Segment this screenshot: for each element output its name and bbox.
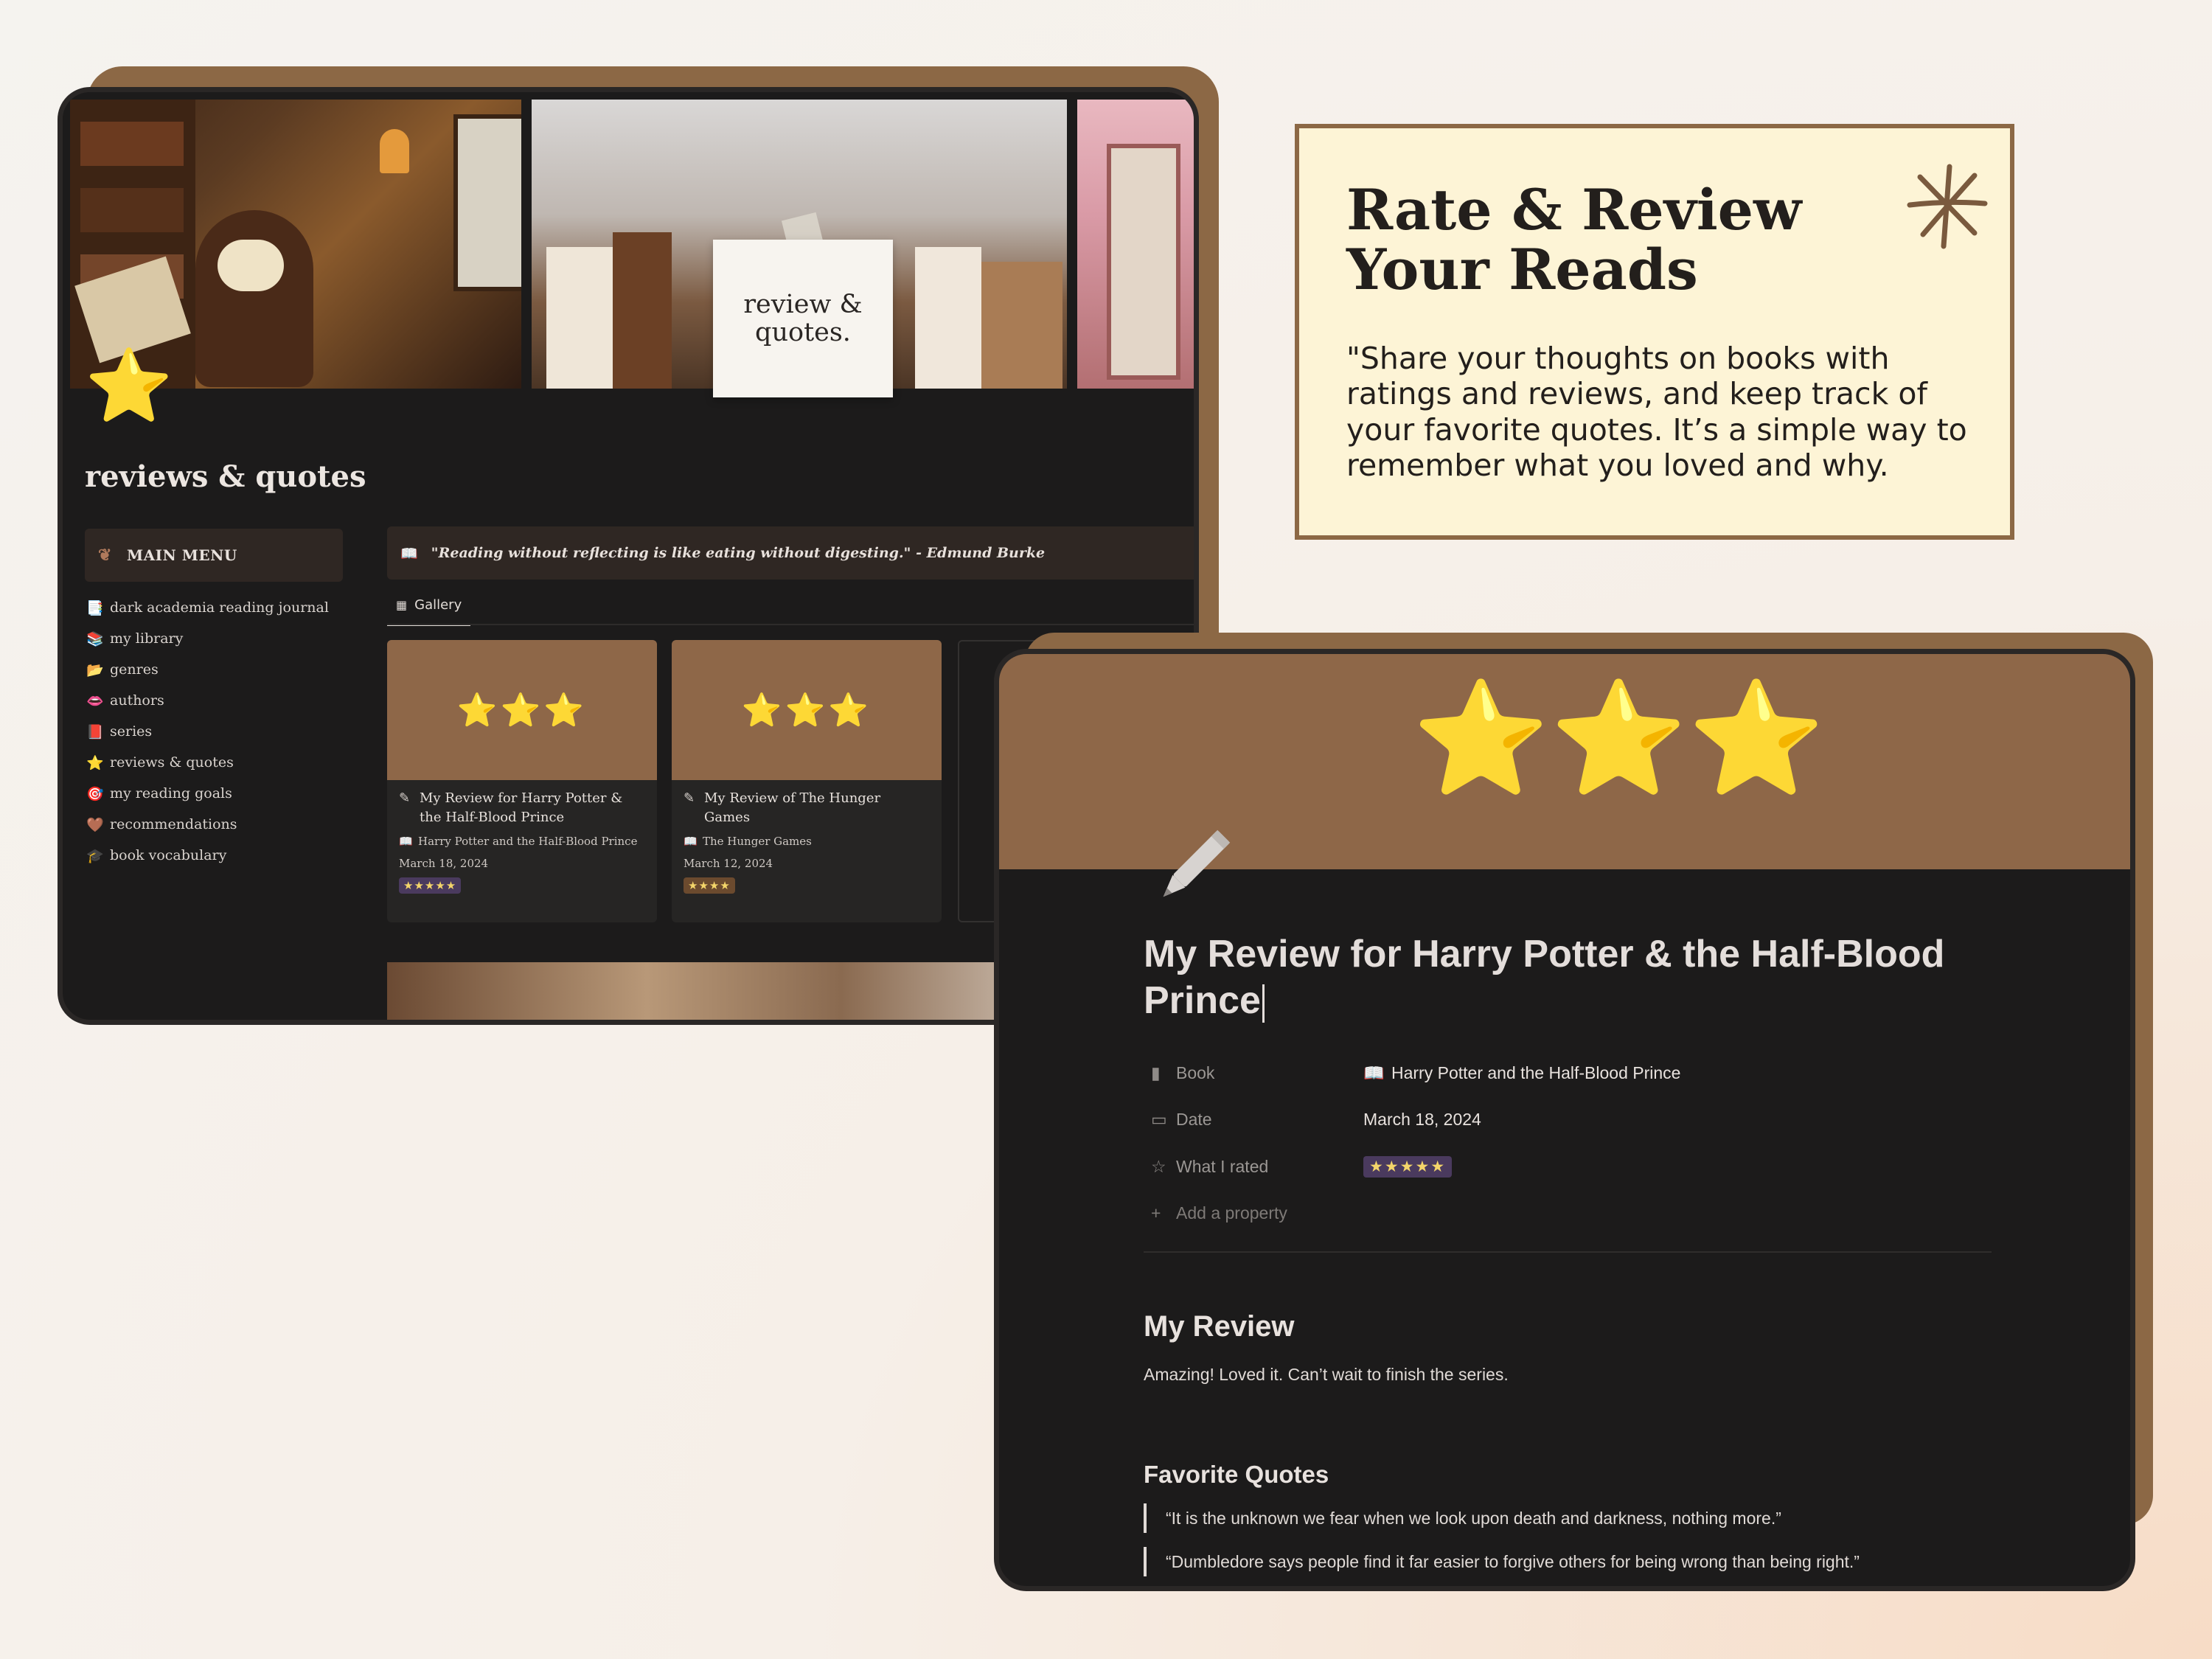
rating-badge: ★★★★★: [399, 877, 462, 894]
main-menu-list: 📑 dark academia reading journal 📚 my libra…: [85, 592, 350, 871]
property-date[interactable]: ▭ Date March 18, 2024: [1151, 1101, 1962, 1138]
card-date: March 18, 2024: [399, 857, 489, 871]
bookmark-tabs-icon: 📑: [86, 599, 104, 616]
text-cursor: [1262, 984, 1265, 1023]
menu-item-my-library[interactable]: 📚 my library: [85, 623, 350, 654]
gallery-card[interactable]: ⭐⭐⭐ ✎ My Review of The Hunger Games 📖 The …: [672, 640, 942, 922]
menu-item-series[interactable]: 📕 series: [85, 716, 350, 747]
tab-gallery[interactable]: ▦ Gallery: [387, 586, 471, 626]
target-icon: 🎯: [86, 785, 104, 802]
property-rating[interactable]: ☆ What I rated ★★★★★: [1151, 1148, 1962, 1185]
review-page-window: ⭐⭐⭐ My Review for Harry Potter & the Hal…: [994, 649, 2135, 1591]
open-book-icon: 📖: [1363, 1062, 1385, 1082]
menu-item-reading-journal[interactable]: 📑 dark academia reading journal: [85, 592, 350, 623]
gallery-image-block: [387, 962, 1036, 1020]
menu-item-reviews-quotes[interactable]: ⭐ reviews & quotes: [85, 747, 350, 778]
property-book[interactable]: ▮ Book 📖 Harry Potter and the Half-Blood P…: [1151, 1054, 1962, 1091]
rating-badge: ★★★★: [684, 877, 735, 894]
quote-block[interactable]: “Dumbledore says people find it far easi…: [1144, 1547, 1860, 1576]
quotes-heading: Favorite Quotes: [1144, 1461, 1329, 1488]
star-outline-icon: ☆: [1151, 1156, 1166, 1176]
add-property-button[interactable]: + Add a property: [1151, 1194, 1962, 1231]
pencil-icon: ✎: [399, 790, 411, 806]
menu-item-book-vocabulary[interactable]: 🎓 book vocabulary: [85, 840, 350, 871]
date-value[interactable]: March 18, 2024: [1363, 1110, 1481, 1130]
banner-photo-shop: [1077, 100, 1194, 389]
card-title: My Review of The Hunger Games: [704, 790, 881, 826]
banner-note: review & quotes.: [713, 240, 893, 397]
gallery-card[interactable]: ⭐⭐⭐ ✎ My Review for Harry Potter & the Ha…: [387, 640, 657, 922]
menu-icon: ❦: [98, 546, 112, 565]
page-star-icon[interactable]: ⭐: [85, 350, 173, 421]
lips-icon: 👄: [86, 692, 104, 709]
plus-icon: +: [1151, 1203, 1161, 1222]
open-book-icon: 📖: [400, 545, 418, 562]
open-book-icon: 📖: [684, 835, 698, 849]
open-book-icon: 📖: [399, 835, 413, 849]
graduation-cap-icon: 🎓: [86, 847, 104, 864]
card-book: Harry Potter and the Half-Blood Prince: [418, 835, 638, 849]
main-menu-callout: ❦ MAIN MENU: [85, 529, 343, 582]
quote-text: "Reading without reflecting is like eati…: [431, 545, 1046, 561]
pencil-icon[interactable]: [1152, 827, 1234, 908]
main-menu-label: MAIN MENU: [126, 546, 237, 564]
menu-item-reading-goals[interactable]: 🎯 my reading goals: [85, 778, 350, 809]
book-value[interactable]: Harry Potter and the Half-Blood Prince: [1391, 1063, 1680, 1083]
quote-callout: 📖 "Reading without reflecting is like ea…: [387, 526, 1194, 580]
page-title: reviews & quotes: [85, 459, 366, 494]
star-icon: ⭐: [86, 754, 104, 771]
page-banner: review & quotes.: [63, 92, 1194, 397]
red-book-icon: 📕: [86, 723, 104, 740]
folder-icon: 📂: [86, 661, 104, 678]
cover-stars: ⭐⭐⭐: [1412, 675, 1826, 803]
review-heading: My Review: [1144, 1310, 1295, 1343]
properties-divider: [1144, 1251, 1992, 1253]
quote-block[interactable]: “It is the unknown we fear when we look …: [1144, 1503, 1781, 1533]
menu-item-genres[interactable]: 📂 genres: [85, 654, 350, 685]
gallery-grid-icon: ▦: [396, 598, 408, 612]
tab-divider: [387, 624, 1194, 625]
card-title: My Review for Harry Potter & the Half-Bl…: [420, 790, 623, 826]
brown-heart-icon: 🤎: [86, 816, 104, 833]
review-body[interactable]: Amazing! Loved it. Can’t wait to finish …: [1144, 1365, 1509, 1385]
card-book: The Hunger Games: [703, 835, 812, 849]
review-title[interactable]: My Review for Harry Potter & the Half-Bl…: [1144, 931, 2028, 1025]
books-icon: 📚: [86, 630, 104, 647]
card-cover-stars: ⭐⭐⭐: [387, 640, 657, 780]
menu-item-recommendations[interactable]: 🤎 recommendations: [85, 809, 350, 840]
rating-badge[interactable]: ★★★★★: [1363, 1155, 1453, 1178]
feature-title: Rate & Review Your Reads: [1346, 177, 1802, 303]
menu-item-authors[interactable]: 👄 authors: [85, 685, 350, 716]
feature-description: "Share your thoughts on books with ratin…: [1346, 341, 1967, 484]
asterisk-icon: [1907, 164, 1988, 249]
card-date: March 12, 2024: [684, 857, 773, 871]
book-icon: ▮: [1151, 1062, 1161, 1082]
calendar-icon: ▭: [1151, 1109, 1167, 1129]
card-cover-stars: ⭐⭐⭐: [672, 640, 942, 780]
pencil-icon: ✎: [684, 790, 695, 806]
